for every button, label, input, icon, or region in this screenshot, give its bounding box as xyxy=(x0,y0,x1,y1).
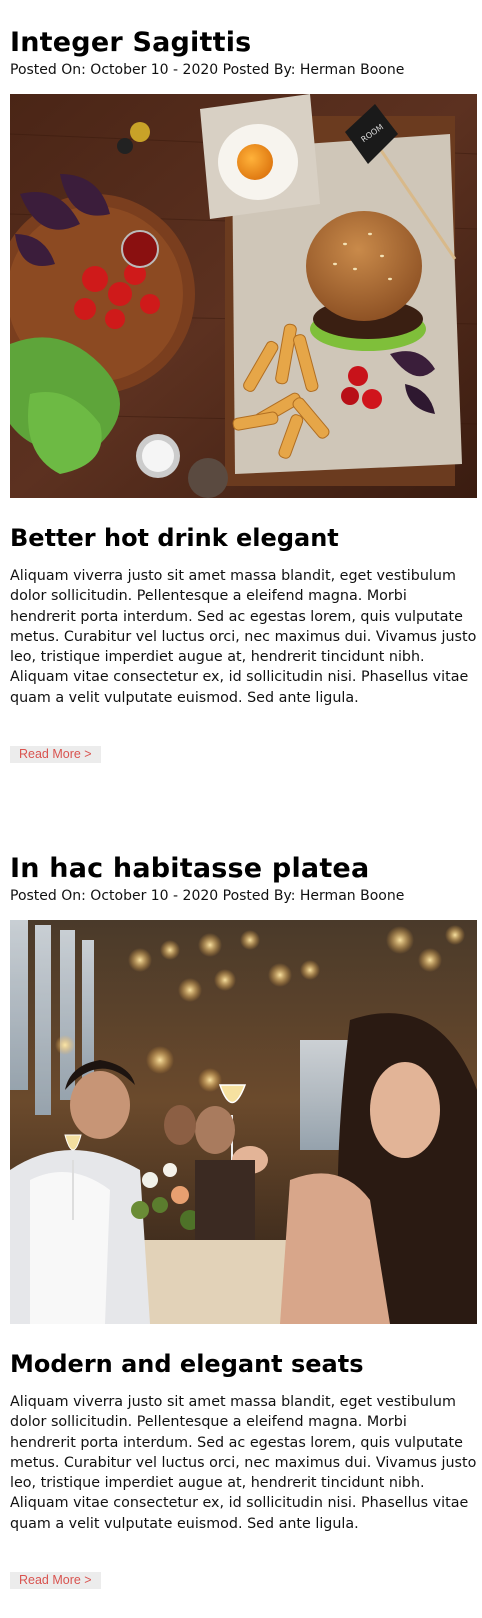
post-meta: Posted On: October 10 - 2020 Posted By: … xyxy=(10,888,405,904)
food-photo-illustration: ROOM xyxy=(10,94,477,498)
post-image-food[interactable]: ROOM xyxy=(10,94,477,498)
blog-post: Integer Sagittis Posted On: October 10 -… xyxy=(10,26,477,764)
post-body: Aliquam viverra justo sit amet massa bla… xyxy=(10,568,477,706)
read-more-button[interactable]: Read More > xyxy=(10,1572,101,1590)
post-meta: Posted On: October 10 - 2020 Posted By: … xyxy=(10,62,405,78)
blog-post: In hac habitasse platea Posted On: Octob… xyxy=(10,852,477,1590)
post-subtitle: Modern and elegant seats xyxy=(10,1350,364,1378)
post-subtitle: Better hot drink elegant xyxy=(10,524,339,552)
read-more-button[interactable]: Read More > xyxy=(10,746,101,764)
restaurant-photo-illustration xyxy=(10,920,477,1324)
post-image-restaurant[interactable] xyxy=(10,920,477,1324)
post-body: Aliquam viverra justo sit amet massa bla… xyxy=(10,1394,477,1532)
post-title[interactable]: Integer Sagittis xyxy=(10,26,477,60)
post-title[interactable]: In hac habitasse platea xyxy=(10,852,477,886)
